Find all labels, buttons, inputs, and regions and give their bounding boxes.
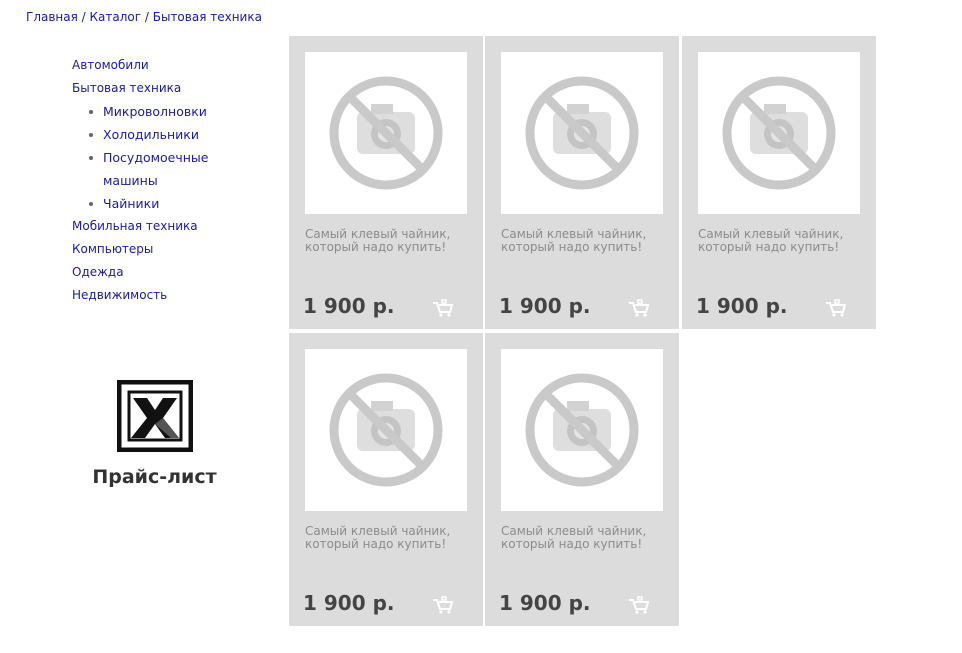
no-photo-icon (698, 52, 860, 214)
add-to-cart-icon[interactable] (628, 595, 650, 615)
sidebar-item-appliances[interactable]: Бытовая техника (72, 77, 272, 100)
sidebar-item-clothing[interactable]: Одежда (72, 261, 272, 284)
sidebar-item-realestate[interactable]: Недвижимость (72, 284, 272, 307)
product-description: Самый клевый чайник, который надо купить… (305, 524, 451, 551)
no-photo-icon (305, 52, 467, 214)
breadcrumb-separator: / (141, 10, 153, 24)
no-photo-icon (305, 349, 467, 511)
product-price: 1 900 р. (303, 591, 395, 615)
subcategory-item-microwaves[interactable]: Микроволновки (88, 100, 223, 123)
no-photo-icon (501, 349, 663, 511)
add-to-cart-icon[interactable] (432, 595, 454, 615)
product-price: 1 900 р. (303, 294, 395, 318)
product-card[interactable]: Самый клевый чайник, который надо купить… (485, 333, 679, 626)
product-price: 1 900 р. (696, 294, 788, 318)
product-card[interactable]: Самый клевый чайник, который надо купить… (682, 36, 876, 329)
sidebar-item-mobile[interactable]: Мобильная техника (72, 215, 272, 238)
breadcrumb-separator: / (77, 10, 90, 24)
product-description: Самый клевый чайник, который надо купить… (305, 227, 451, 254)
subcategory-item-fridges[interactable]: Холодильники (88, 123, 223, 146)
subcategory-item-dishwashers[interactable]: Посудомоечные машины (88, 146, 223, 192)
product-card[interactable]: Самый клевый чайник, который надо купить… (289, 36, 483, 329)
product-card[interactable]: Самый клевый чайник, который надо купить… (485, 36, 679, 329)
product-description: Самый клевый чайник, который надо купить… (698, 227, 844, 254)
subcategory-list: Микроволновки Холодильники Посудомоечные… (72, 100, 272, 215)
product-description: Самый клевый чайник, который надо купить… (501, 524, 647, 551)
sidebar-item-automobiles[interactable]: Автомобили (72, 54, 272, 77)
product-price: 1 900 р. (499, 294, 591, 318)
product-card[interactable]: Самый клевый чайник, который надо купить… (289, 333, 483, 626)
category-sidebar: Автомобили Бытовая техника Микроволновки… (72, 54, 272, 307)
sidebar-item-computers[interactable]: Компьютеры (72, 238, 272, 261)
no-photo-icon (501, 52, 663, 214)
breadcrumb-home[interactable]: Главная (26, 10, 78, 24)
add-to-cart-icon[interactable] (432, 298, 454, 318)
product-description: Самый клевый чайник, который надо купить… (501, 227, 647, 254)
price-list-label: Прайс-лист (92, 466, 217, 488)
breadcrumb-current: Бытовая техника (152, 10, 262, 24)
breadcrumb: Главная / Каталог / Бытовая техника (26, 10, 262, 24)
add-to-cart-icon[interactable] (628, 298, 650, 318)
product-price: 1 900 р. (499, 591, 591, 615)
breadcrumb-catalog[interactable]: Каталог (90, 10, 142, 24)
price-list-link[interactable]: Прайс-лист (72, 379, 237, 488)
excel-icon (116, 379, 193, 453)
add-to-cart-icon[interactable] (825, 298, 847, 318)
subcategory-item-kettles[interactable]: Чайники (88, 192, 223, 215)
